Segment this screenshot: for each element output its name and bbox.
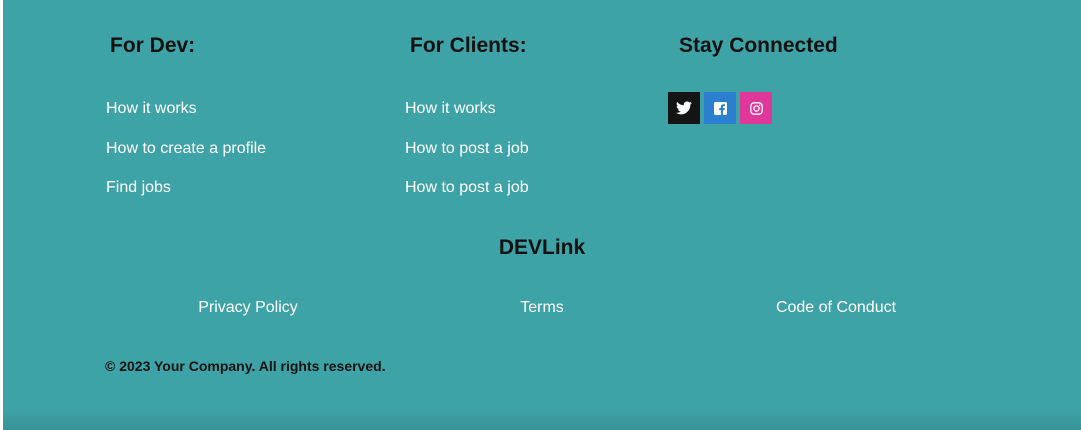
clients-post-job-link-2[interactable]: How to post a job bbox=[405, 179, 529, 197]
copyright-text: © 2023 Your Company. All rights reserved… bbox=[105, 358, 386, 374]
terms-link[interactable]: Terms bbox=[392, 299, 692, 317]
code-of-conduct-link[interactable]: Code of Conduct bbox=[686, 299, 986, 317]
facebook-button[interactable] bbox=[704, 92, 736, 124]
clients-post-job-link[interactable]: How to post a job bbox=[405, 140, 529, 158]
footer-bottom-shadow bbox=[3, 408, 1081, 430]
for-dev-heading: For Dev: bbox=[110, 34, 196, 57]
instagram-icon bbox=[749, 101, 763, 115]
brand-name: DEVLink bbox=[498, 236, 586, 259]
clients-how-it-works-link[interactable]: How it works bbox=[405, 100, 496, 118]
twitter-button[interactable] bbox=[668, 92, 700, 124]
for-clients-heading: For Clients: bbox=[410, 34, 527, 57]
facebook-icon bbox=[713, 101, 727, 115]
twitter-icon bbox=[676, 101, 692, 115]
instagram-button[interactable] bbox=[740, 92, 772, 124]
stay-connected-heading: Stay Connected bbox=[679, 34, 838, 57]
dev-how-it-works-link[interactable]: How it works bbox=[106, 100, 197, 118]
social-links bbox=[668, 92, 776, 124]
dev-find-jobs-link[interactable]: Find jobs bbox=[106, 179, 171, 197]
privacy-policy-link[interactable]: Privacy Policy bbox=[98, 299, 398, 317]
site-footer: For Dev: How it works How to create a pr… bbox=[3, 0, 1081, 430]
dev-create-profile-link[interactable]: How to create a profile bbox=[106, 140, 266, 158]
